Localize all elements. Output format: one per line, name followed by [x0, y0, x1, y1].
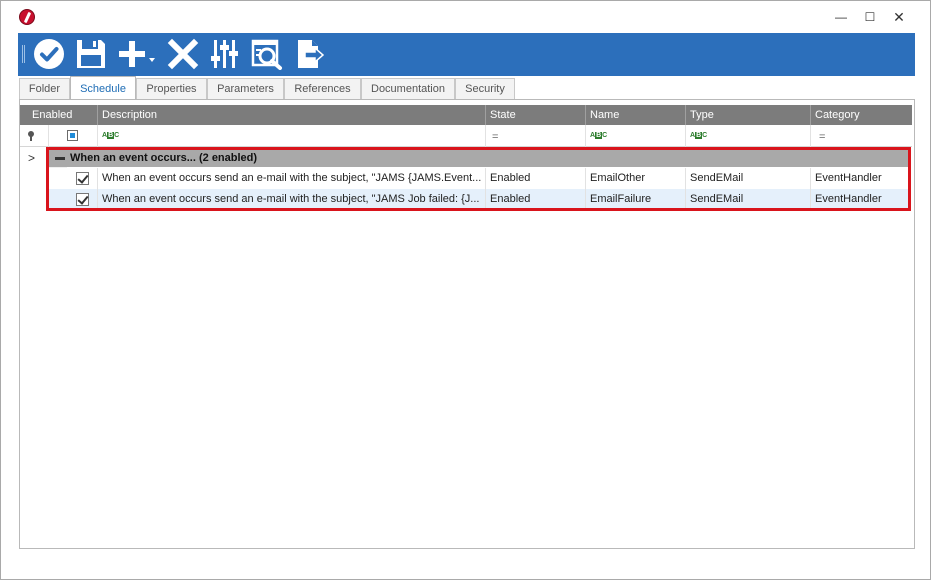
column-header-category[interactable]: Category	[810, 105, 912, 125]
properties-button[interactable]	[208, 37, 242, 71]
column-header-state[interactable]: State	[485, 105, 585, 125]
filter-cell-category[interactable]: =	[810, 125, 912, 147]
document-export-icon	[298, 40, 325, 68]
row-indicator-header	[20, 105, 28, 125]
table-row[interactable]: When an event occurs send an e-mail with…	[49, 189, 909, 210]
minimize-button[interactable]: —	[827, 7, 855, 27]
view-button[interactable]	[250, 37, 284, 71]
maximize-button[interactable]: ☐	[856, 7, 884, 27]
equals-filter-icon: =	[492, 131, 499, 143]
column-header-name[interactable]: Name	[585, 105, 685, 125]
state-cell: Enabled	[485, 168, 585, 189]
state-cell: Enabled	[485, 189, 585, 210]
description-cell: When an event occurs send an e-mail with…	[97, 189, 485, 210]
collapse-icon[interactable]	[55, 157, 65, 160]
column-header-enabled[interactable]: Enabled	[28, 105, 97, 125]
check-circle-icon	[34, 39, 64, 69]
column-header-description[interactable]: Description	[97, 105, 485, 125]
jams-logo-icon	[19, 9, 35, 25]
enabled-checkbox[interactable]	[76, 172, 89, 185]
name-cell: EmailOther	[585, 168, 685, 189]
column-header-type[interactable]: Type	[685, 105, 810, 125]
category-cell: EventHandler	[810, 168, 909, 189]
window: — ☐ ✕ Folder Schedule Properties Paramet…	[0, 0, 931, 580]
toolbar-grip[interactable]	[22, 45, 25, 63]
toolbar	[18, 33, 915, 76]
tab-references[interactable]: References	[284, 78, 361, 100]
title-bar: — ☐ ✕	[1, 1, 930, 33]
magnify-document-icon	[251, 39, 282, 70]
tab-parameters[interactable]: Parameters	[207, 78, 284, 100]
equals-filter-icon: =	[819, 131, 826, 143]
text-filter-icon: ABC	[590, 132, 608, 139]
grid-header: Enabled Description State Name Type Cate…	[28, 105, 912, 125]
tab-properties[interactable]: Properties	[136, 78, 207, 100]
plus-dropdown-icon	[119, 41, 155, 67]
description-cell: When an event occurs send an e-mail with…	[97, 168, 485, 189]
filter-cell-type[interactable]: ABC	[685, 125, 810, 147]
tab-security[interactable]: Security	[455, 78, 515, 100]
type-cell: SendEMail	[685, 168, 810, 189]
delete-button[interactable]	[166, 37, 200, 71]
type-cell: SendEMail	[685, 189, 810, 210]
text-filter-icon: ABC	[690, 132, 708, 139]
tab-documentation[interactable]: Documentation	[361, 78, 455, 100]
save-button[interactable]	[74, 37, 108, 71]
filter-cell-description[interactable]: ABC	[97, 125, 485, 147]
category-cell: EventHandler	[810, 189, 909, 210]
x-icon	[167, 38, 199, 70]
filter-row: ABC = ABC ABC =	[20, 125, 912, 147]
row-expander-icon[interactable]: >	[28, 151, 35, 165]
enabled-checkbox[interactable]	[76, 193, 89, 206]
pin-icon	[28, 131, 34, 141]
filter-cell-state[interactable]: =	[485, 125, 585, 147]
ok-button[interactable]	[32, 37, 66, 71]
filter-cell-name[interactable]: ABC	[585, 125, 685, 147]
sliders-icon	[211, 40, 238, 68]
export-button[interactable]	[292, 37, 326, 71]
close-button[interactable]: ✕	[885, 7, 913, 27]
group-label: When an event occurs... (2 enabled)	[70, 152, 258, 164]
group-row[interactable]: When an event occurs... (2 enabled)	[49, 149, 909, 167]
tab-schedule[interactable]: Schedule	[70, 76, 136, 99]
floppy-disk-icon	[77, 40, 105, 68]
add-button[interactable]	[116, 37, 158, 71]
tab-folder[interactable]: Folder	[19, 78, 70, 100]
text-filter-icon: ABC	[102, 132, 120, 139]
table-row[interactable]: When an event occurs send an e-mail with…	[49, 168, 909, 189]
name-cell: EmailFailure	[585, 189, 685, 210]
